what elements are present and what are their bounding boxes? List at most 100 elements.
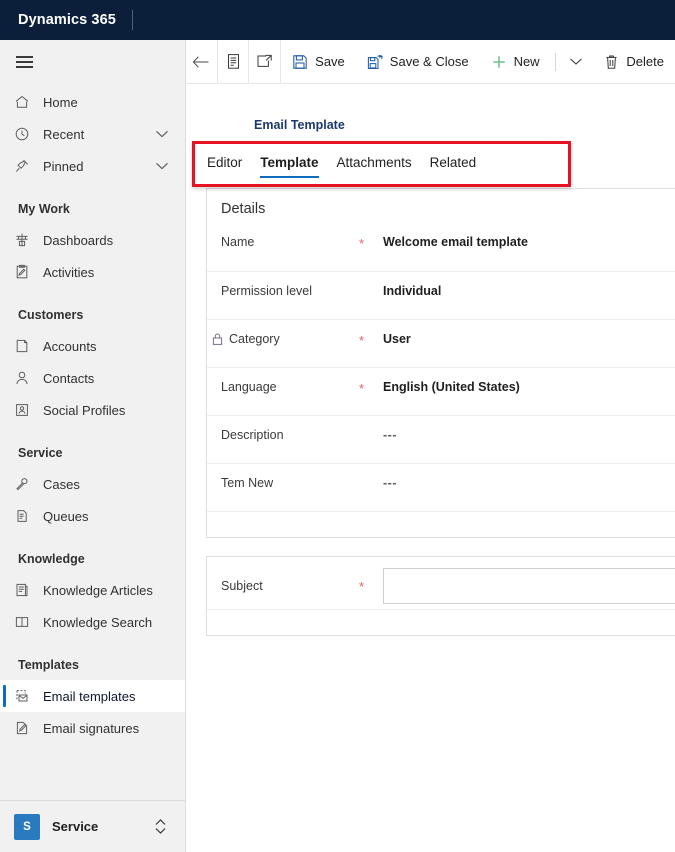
details-section-title: Details [221, 201, 266, 217]
field-row-description: Description --- [207, 415, 675, 463]
email-signature-icon [14, 719, 36, 737]
sidebar-group-service: Service [18, 446, 63, 460]
sidebar-toggle-row [0, 40, 185, 84]
sidebar-item-knowledge-search[interactable]: Knowledge Search [0, 606, 185, 638]
save-button[interactable]: Save [281, 40, 356, 84]
sidebar-item-recent[interactable]: Recent [0, 118, 185, 150]
required-marker: * [359, 333, 365, 348]
delete-button[interactable]: Delete [593, 40, 675, 84]
required-marker: * [359, 381, 365, 396]
brand-divider [131, 10, 133, 30]
clock-icon [14, 125, 36, 143]
home-icon [14, 93, 36, 111]
sidebar-item-label: Home [43, 94, 78, 110]
field-label: Category [229, 332, 280, 346]
sidebar-item-social-profiles[interactable]: Social Profiles [0, 394, 185, 426]
sidebar-item-dashboards[interactable]: Dashboards [0, 224, 185, 256]
tab-template[interactable]: Template [251, 155, 327, 178]
hamburger-menu-icon[interactable] [16, 56, 33, 68]
save-and-close-icon [367, 54, 383, 70]
required-marker [359, 284, 383, 285]
activities-icon [14, 263, 36, 281]
sidebar-item-label: Dashboards [43, 232, 114, 248]
sidebar-item-label: Email signatures [43, 720, 140, 736]
sidebar-item-contacts[interactable]: Contacts [0, 362, 185, 394]
sidebar-item-activities[interactable]: Activities [0, 256, 185, 288]
subject-input[interactable] [383, 568, 675, 604]
subject-section-footer [207, 609, 675, 635]
area-label: Service [52, 819, 99, 834]
required-marker: * [359, 236, 365, 251]
field-row-permission-level: Permission level Individual [207, 271, 675, 319]
details-section-footer [207, 511, 675, 537]
field-value-language[interactable]: English (United States) [383, 380, 675, 394]
sidebar-item-home[interactable]: Home [0, 86, 185, 118]
sidebar-item-pinned[interactable]: Pinned [0, 150, 185, 182]
app-brand-title: Dynamics 365 [18, 12, 116, 28]
subject-section: Subject * [206, 556, 675, 636]
field-row-language: Language * English (United States) [207, 367, 675, 415]
sidebar-group-knowledge: Knowledge [18, 552, 85, 566]
chevron-down-icon [569, 57, 583, 66]
sidebar-nav-list: Home Recent Pinned My Work Dashboards Ac… [0, 84, 185, 800]
details-section: Details Name * Welcome email template Pe… [206, 188, 675, 538]
app-area-switcher[interactable]: S Service [0, 800, 185, 852]
form-tab-strip: Editor Template Attachments Related [186, 140, 675, 178]
dashboard-icon [14, 231, 36, 249]
open-in-new-window-button[interactable] [249, 39, 282, 84]
delete-label: Delete [626, 54, 664, 69]
command-bar: Save Save & Close New Delete [186, 39, 675, 84]
tab-related[interactable]: Related [421, 155, 486, 178]
new-button[interactable]: New [480, 40, 551, 84]
field-value-category[interactable]: User [383, 332, 675, 346]
form-selector-button[interactable] [218, 39, 250, 84]
open-in-new-window-icon [256, 54, 273, 69]
sidebar-item-queues[interactable]: Queues [0, 500, 185, 532]
required-marker [359, 428, 383, 429]
field-label: Language [221, 380, 277, 394]
social-profile-icon [14, 401, 36, 419]
save-and-close-button[interactable]: Save & Close [356, 40, 480, 84]
field-label: Permission level [221, 284, 313, 298]
left-sidebar: Home Recent Pinned My Work Dashboards Ac… [0, 40, 186, 852]
sidebar-item-accounts[interactable]: Accounts [0, 330, 185, 362]
save-and-close-label: Save & Close [389, 54, 469, 69]
sidebar-item-label: Recent [43, 126, 85, 142]
up-down-chevron-icon[interactable] [154, 818, 167, 835]
new-label: New [513, 54, 540, 69]
contact-icon [14, 369, 36, 387]
sidebar-group-templates: Templates [18, 658, 79, 672]
field-row-tem-new: Tem New --- [207, 463, 675, 511]
top-navigation-bar: Dynamics 365 [0, 0, 675, 40]
form-selector-icon [226, 53, 241, 70]
sidebar-group-customers: Customers [18, 308, 84, 322]
new-overflow-button[interactable] [559, 40, 593, 84]
sidebar-item-label: Knowledge Articles [43, 582, 153, 598]
area-badge: S [14, 813, 40, 840]
sidebar-item-email-templates[interactable]: Email templates [0, 680, 185, 712]
field-value-permission-level[interactable]: Individual [383, 284, 675, 298]
sidebar-item-label: Cases [43, 476, 80, 492]
sidebar-item-email-signatures[interactable]: Email signatures [0, 712, 185, 744]
field-value-name[interactable]: Welcome email template [383, 235, 675, 249]
email-template-icon [14, 687, 36, 705]
save-icon [292, 54, 308, 70]
chevron-down-icon[interactable] [155, 162, 169, 171]
tab-attachments[interactable]: Attachments [328, 155, 421, 178]
app-root: Dynamics 365 Home Recent Pinned My Work … [0, 0, 675, 852]
field-value-tem-new[interactable]: --- [383, 476, 675, 490]
back-arrow-icon [192, 55, 210, 69]
field-row-subject: Subject * [207, 557, 675, 609]
plus-icon [491, 54, 507, 70]
chevron-down-icon[interactable] [155, 130, 169, 139]
field-label: Name [221, 235, 255, 249]
field-label: Tem New [221, 476, 274, 490]
sidebar-item-cases[interactable]: Cases [0, 468, 185, 500]
tab-editor[interactable]: Editor [198, 155, 251, 178]
back-button[interactable] [186, 39, 218, 84]
sidebar-item-label: Social Profiles [43, 402, 126, 418]
sidebar-item-knowledge-articles[interactable]: Knowledge Articles [0, 574, 185, 606]
field-value-description[interactable]: --- [383, 428, 675, 442]
